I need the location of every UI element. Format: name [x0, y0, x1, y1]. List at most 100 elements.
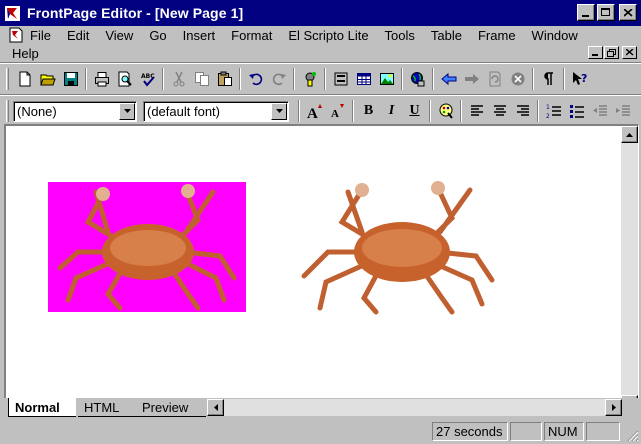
- editor-area[interactable]: [4, 124, 639, 414]
- create-hyperlink-button[interactable]: [406, 68, 429, 90]
- menu-tools[interactable]: Tools: [377, 28, 423, 43]
- menu-file[interactable]: File: [26, 28, 59, 43]
- vertical-scrollbar[interactable]: [621, 126, 638, 412]
- spelling-button[interactable]: ABC: [136, 68, 159, 90]
- image-icon: [379, 73, 394, 85]
- menu-go[interactable]: Go: [141, 28, 174, 43]
- decrease-indent-button[interactable]: [588, 100, 611, 122]
- menu-edit[interactable]: Edit: [59, 28, 97, 43]
- font-select[interactable]: (default font): [143, 100, 289, 122]
- open-folder-icon: [39, 74, 56, 86]
- print-button[interactable]: [90, 68, 113, 90]
- refresh-button[interactable]: [483, 68, 506, 90]
- svg-text:2: 2: [546, 113, 550, 119]
- undo-button[interactable]: [244, 68, 267, 90]
- save-button[interactable]: [59, 68, 82, 90]
- frontpage-app-icon[interactable]: [4, 5, 21, 22]
- crab-icon: [301, 181, 495, 315]
- paste-button[interactable]: [213, 68, 236, 90]
- toolbar-separator: [85, 68, 87, 90]
- style-select[interactable]: (None): [13, 100, 137, 122]
- save-disk-icon: [63, 72, 78, 86]
- crab-image-magenta[interactable]: [48, 182, 246, 312]
- resize-grip-icon[interactable]: [627, 430, 639, 442]
- status-panel-empty: [510, 422, 542, 441]
- new-page-button[interactable]: [13, 68, 36, 90]
- scroll-up-button[interactable]: [621, 126, 638, 143]
- align-center-button[interactable]: [488, 100, 511, 122]
- italic-button[interactable]: I: [380, 100, 403, 122]
- page-canvas[interactable]: [6, 126, 620, 412]
- numbered-list-button[interactable]: 12: [542, 100, 565, 122]
- menu-frame[interactable]: Frame: [470, 28, 524, 43]
- underline-button[interactable]: U: [403, 100, 426, 122]
- tab-preview[interactable]: Preview: [136, 398, 206, 417]
- toolbar-separator: [537, 100, 539, 122]
- svg-text:1: 1: [546, 104, 550, 111]
- show-paragraph-marks-button[interactable]: [537, 68, 560, 90]
- decrease-text-size-button[interactable]: A: [326, 100, 349, 122]
- minimize-icon: [582, 14, 589, 17]
- toolbar-separator: [563, 68, 565, 90]
- form-field-icon: [334, 72, 347, 86]
- menu-view[interactable]: View: [97, 28, 141, 43]
- bulleted-list-button[interactable]: [565, 100, 588, 122]
- doc-restore-button[interactable]: [604, 46, 619, 59]
- help-button[interactable]: ?: [568, 68, 591, 90]
- text-color-palette-icon: [439, 103, 453, 119]
- crab-image-transparent[interactable]: [292, 180, 510, 316]
- forward-button[interactable]: [460, 68, 483, 90]
- copy-button[interactable]: [190, 68, 213, 90]
- menu-help[interactable]: Help: [12, 46, 47, 61]
- bold-icon: B: [363, 103, 374, 118]
- text-color-button[interactable]: [434, 100, 457, 122]
- download-time: 27 seconds: [436, 424, 503, 439]
- minimize-button[interactable]: [577, 4, 595, 21]
- menu-insert[interactable]: Insert: [175, 28, 224, 43]
- underline-icon: U: [409, 103, 420, 118]
- dropdown-arrow-icon[interactable]: [119, 102, 135, 120]
- bold-button[interactable]: B: [357, 100, 380, 122]
- insert-image-button[interactable]: [375, 68, 398, 90]
- increase-indent-icon: [615, 105, 630, 116]
- increase-text-size-button[interactable]: A: [303, 100, 326, 122]
- window-title: FrontPage Editor - [New Page 1]: [27, 5, 244, 21]
- increase-font-icon: A: [307, 104, 322, 119]
- insert-webbot-button[interactable]: [298, 68, 321, 90]
- document-icon[interactable]: [8, 27, 24, 43]
- arrow-right-icon: [611, 404, 616, 411]
- tab-normal[interactable]: Normal: [8, 398, 76, 417]
- redo-button[interactable]: [267, 68, 290, 90]
- align-right-button[interactable]: [511, 100, 534, 122]
- format-toolbar: (None) (default font) A A B I U 12: [0, 96, 641, 126]
- doc-close-button[interactable]: [622, 46, 637, 59]
- stop-button[interactable]: [506, 68, 529, 90]
- insert-form-field-button[interactable]: [329, 68, 352, 90]
- increase-indent-button[interactable]: [611, 100, 634, 122]
- scroll-right-button[interactable]: [605, 399, 622, 416]
- menu-el-scripto-lite[interactable]: El Scripto Lite: [280, 28, 376, 43]
- toolbar-separator: [532, 68, 534, 90]
- toolbar-separator: [429, 100, 431, 122]
- menu-window[interactable]: Window: [524, 28, 586, 43]
- menu-table[interactable]: Table: [423, 28, 470, 43]
- toolbar-grip[interactable]: [6, 100, 9, 122]
- doc-minimize-button[interactable]: [588, 46, 603, 59]
- tab-normal-label: Normal: [15, 399, 60, 415]
- insert-table-button[interactable]: [352, 68, 375, 90]
- standard-toolbar: ABC ?: [0, 64, 641, 94]
- back-button[interactable]: [437, 68, 460, 90]
- scroll-left-button[interactable]: [207, 399, 224, 416]
- dropdown-arrow-icon[interactable]: [271, 102, 287, 120]
- print-preview-button[interactable]: [113, 68, 136, 90]
- cut-button[interactable]: [167, 68, 190, 90]
- maximize-button[interactable]: [597, 4, 615, 21]
- minimize-icon: [592, 54, 598, 56]
- close-button[interactable]: [619, 4, 637, 21]
- toolbar-grip[interactable]: [6, 68, 9, 90]
- menu-format[interactable]: Format: [223, 28, 280, 43]
- align-left-button[interactable]: [465, 100, 488, 122]
- tab-html[interactable]: HTML: [78, 398, 136, 417]
- horizontal-scrollbar[interactable]: [207, 399, 622, 416]
- open-button[interactable]: [36, 68, 59, 90]
